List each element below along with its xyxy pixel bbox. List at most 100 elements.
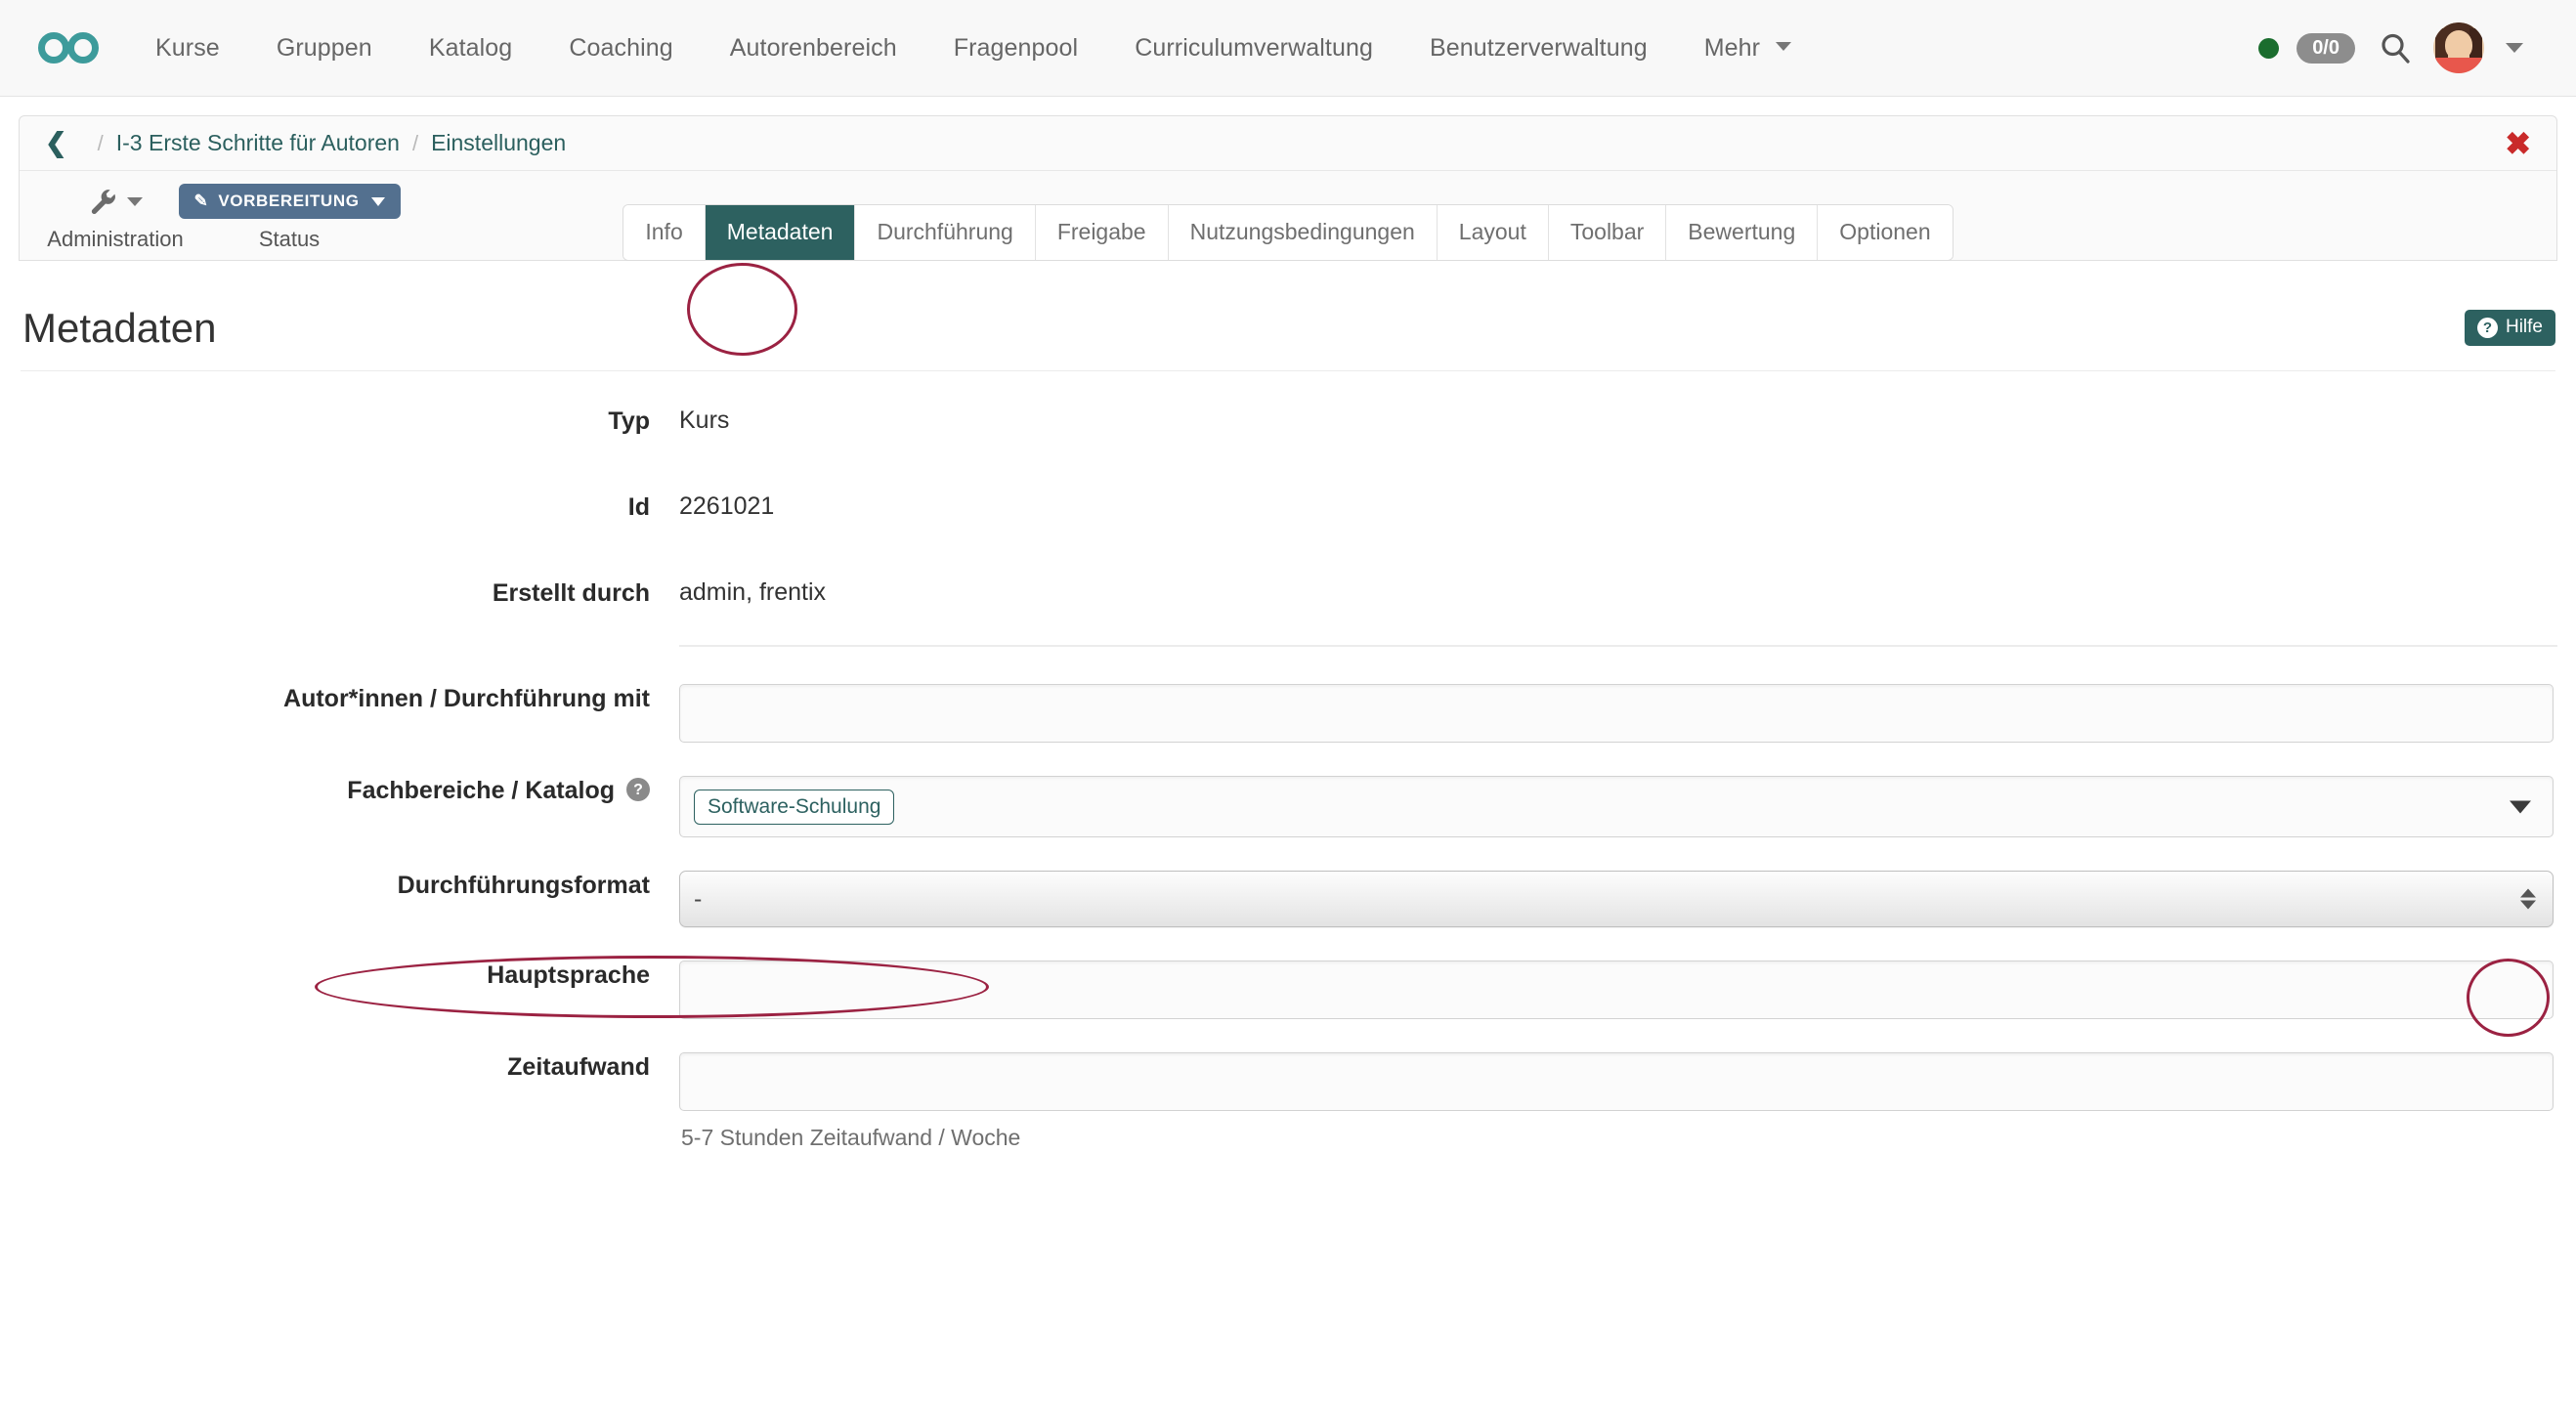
- nav-item-kurse[interactable]: Kurse: [127, 0, 248, 97]
- tab-durchfuehrung[interactable]: Durchführung: [855, 205, 1035, 260]
- tab-label: Bewertung: [1688, 219, 1795, 244]
- tab-layout[interactable]: Layout: [1438, 205, 1549, 260]
- form-row-language: Hauptsprache: [19, 961, 2557, 1019]
- nav-item-fragenpool[interactable]: Fragenpool: [925, 0, 1106, 97]
- tab-label: Durchführung: [877, 219, 1012, 244]
- nav-item-gruppen[interactable]: Gruppen: [248, 0, 401, 97]
- spacer: [19, 608, 2557, 645]
- settings-tabs: Info Metadaten Durchführung Freigabe Nut…: [623, 204, 1953, 261]
- search-button[interactable]: [2379, 31, 2412, 64]
- administration-icon-row: [88, 185, 143, 218]
- main-content: Metadaten ? Hilfe Typ Kurs Id 2261021 Er…: [0, 261, 2576, 1151]
- main-nav: Kurse Gruppen Katalog Coaching Autorenbe…: [127, 0, 1820, 97]
- nav-item-label: Coaching: [569, 34, 672, 62]
- language-input[interactable]: [679, 961, 2554, 1019]
- form-row-catalog: Fachbereiche / Katalog? Software-Schulun…: [19, 776, 2557, 837]
- nav-item-label: Katalog: [429, 34, 513, 62]
- spacer: [19, 647, 2557, 684]
- page-header: Metadaten ? Hilfe: [19, 261, 2557, 349]
- infinity-logo-icon: [37, 28, 100, 67]
- select-spinner-icon: [2520, 889, 2536, 910]
- form-label: Zeitaufwand: [19, 1052, 679, 1082]
- nav-item-curriculumverwaltung[interactable]: Curriculumverwaltung: [1106, 0, 1401, 97]
- nav-item-mehr[interactable]: Mehr: [1676, 0, 1820, 97]
- form-label: Typ: [19, 406, 679, 436]
- avatar-face: [2445, 30, 2472, 60]
- status-button[interactable]: ✎ VORBEREITUNG: [179, 184, 401, 219]
- tab-label: Info: [645, 219, 682, 244]
- toolbar-actions: Administration ✎ VORBEREITUNG Status Inf…: [20, 171, 2556, 260]
- tab-toolbar[interactable]: Toolbar: [1549, 205, 1666, 260]
- form-row-erstellt-durch: Erstellt durch admin, frentix: [19, 578, 2557, 608]
- tab-label: Metadaten: [727, 219, 834, 244]
- nav-item-benutzerverwaltung[interactable]: Benutzerverwaltung: [1401, 0, 1676, 97]
- status-button-label: VORBEREITUNG: [218, 192, 359, 211]
- catalog-tag-input[interactable]: Software-Schulung: [679, 776, 2554, 837]
- tab-label: Freigabe: [1057, 219, 1146, 244]
- nav-item-autorenbereich[interactable]: Autorenbereich: [702, 0, 925, 97]
- avatar-shirt: [2433, 58, 2484, 73]
- authors-input[interactable]: [679, 684, 2554, 743]
- tab-label: Optionen: [1839, 219, 1930, 244]
- tab-label: Nutzungsbedingungen: [1190, 219, 1415, 244]
- toolbar-item-administration[interactable]: Administration: [37, 185, 193, 252]
- tab-freigabe[interactable]: Freigabe: [1036, 205, 1169, 260]
- form-label: Erstellt durch: [19, 578, 679, 608]
- form-label: Id: [19, 492, 679, 522]
- tab-info[interactable]: Info: [623, 205, 705, 260]
- brand-logo[interactable]: [21, 0, 117, 97]
- course-toolbar-panel: ❮ / I-3 Erste Schritte für Autoren / Ein…: [19, 115, 2557, 261]
- tag-chip[interactable]: Software-Schulung: [694, 790, 894, 825]
- toolbar-item-status[interactable]: ✎ VORBEREITUNG Status: [215, 185, 364, 252]
- form-label-text: Fachbereiche / Katalog: [347, 777, 615, 804]
- field-wrapper: -: [679, 871, 2557, 927]
- nav-item-label: Kurse: [155, 34, 220, 62]
- help-button[interactable]: ? Hilfe: [2465, 310, 2555, 346]
- notification-badge[interactable]: 0/0: [2297, 33, 2355, 64]
- label-help-icon[interactable]: ?: [626, 778, 650, 801]
- avatar[interactable]: [2433, 22, 2484, 73]
- tab-label: Toolbar: [1570, 219, 1644, 244]
- field-wrapper: [679, 684, 2557, 743]
- spacer: [19, 837, 2557, 871]
- spacer: [19, 743, 2557, 776]
- chevron-down-icon: [127, 197, 143, 206]
- form-row-typ: Typ Kurs: [19, 406, 2557, 436]
- nav-item-coaching[interactable]: Coaching: [540, 0, 701, 97]
- spacer: [19, 1019, 2557, 1052]
- field-wrapper: [679, 961, 2557, 1019]
- nav-item-label: Benutzerverwaltung: [1430, 34, 1648, 62]
- user-menu-chevron-down-icon[interactable]: [2506, 43, 2523, 53]
- form-label: Durchführungsformat: [19, 871, 679, 900]
- breadcrumb-item-settings[interactable]: Einstellungen: [431, 130, 566, 156]
- tab-nutzungsbedingungen[interactable]: Nutzungsbedingungen: [1169, 205, 1438, 260]
- nav-item-label: Mehr: [1704, 34, 1760, 62]
- question-circle-icon: ?: [2477, 318, 2498, 338]
- status-button-row: ✎ VORBEREITUNG: [179, 185, 401, 218]
- effort-help-text: 5-7 Stunden Zeitaufwand / Woche: [679, 1125, 2554, 1151]
- form-value-id: 2261021: [679, 492, 774, 521]
- back-chevron-left-icon[interactable]: ❮: [45, 130, 67, 156]
- form-row-effort: Zeitaufwand 5-7 Stunden Zeitaufwand / Wo…: [19, 1052, 2557, 1151]
- tab-metadaten[interactable]: Metadaten: [706, 205, 856, 260]
- tab-label: Layout: [1459, 219, 1526, 244]
- chevron-down-icon: [1776, 42, 1791, 51]
- format-select-value: -: [694, 885, 702, 914]
- tab-optionen[interactable]: Optionen: [1818, 205, 1952, 260]
- tab-bewertung[interactable]: Bewertung: [1666, 205, 1818, 260]
- pencil-icon: ✎: [194, 192, 209, 211]
- nav-item-katalog[interactable]: Katalog: [401, 0, 541, 97]
- navbar-right-cluster: 0/0: [2258, 22, 2537, 73]
- format-select[interactable]: -: [679, 871, 2554, 927]
- effort-input[interactable]: [679, 1052, 2554, 1111]
- form-row-format: Durchführungsformat -: [19, 871, 2557, 927]
- catalog-chevron-down-icon[interactable]: [2510, 800, 2531, 813]
- online-status-dot: [2258, 38, 2279, 59]
- breadcrumb: ❮ / I-3 Erste Schritte für Autoren / Ein…: [20, 116, 2556, 171]
- breadcrumb-separator: /: [98, 131, 104, 156]
- form-value-typ: Kurs: [679, 406, 729, 435]
- spacer: [19, 927, 2557, 961]
- breadcrumb-item-course[interactable]: I-3 Erste Schritte für Autoren: [116, 130, 400, 156]
- field-wrapper: 5-7 Stunden Zeitaufwand / Woche: [679, 1052, 2557, 1151]
- close-icon[interactable]: ✖: [2505, 128, 2531, 159]
